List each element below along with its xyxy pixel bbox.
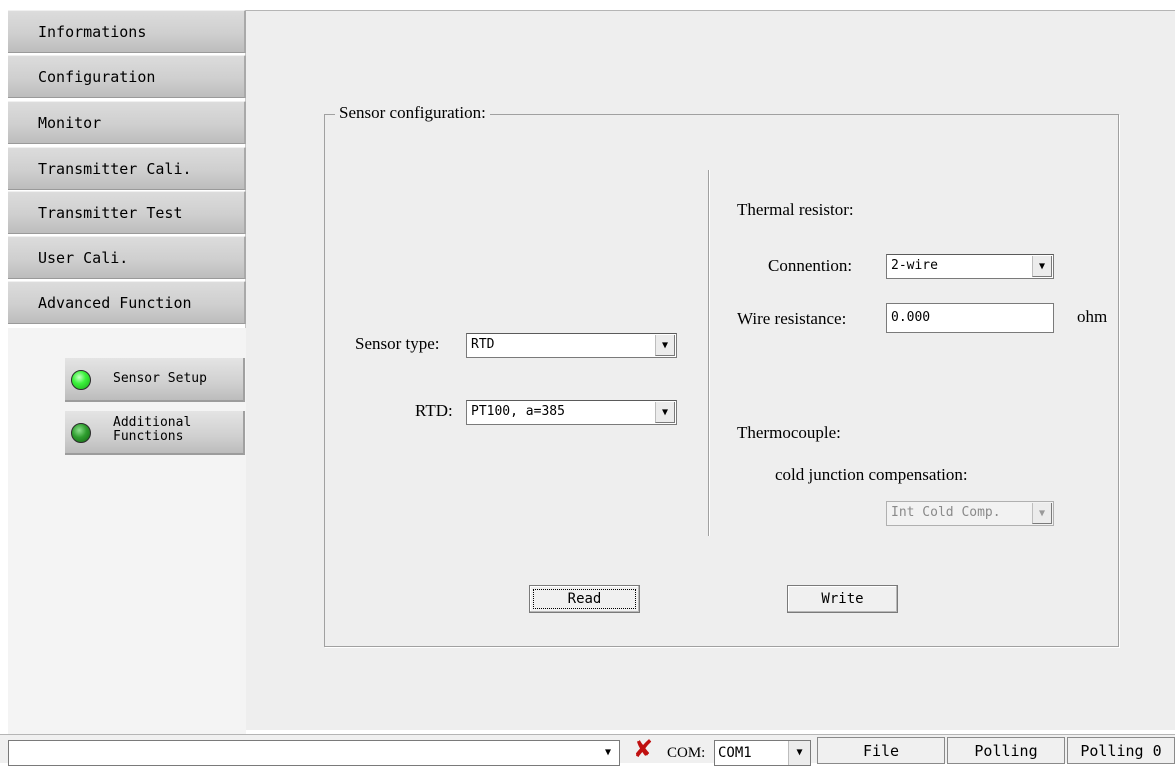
- wire-resistance-label: Wire resistance:: [737, 309, 847, 328]
- thermal-resistor-label: Thermal resistor:: [737, 200, 854, 219]
- com-port-value: COM1: [718, 745, 752, 761]
- nav-item-user-cali[interactable]: User Cali.: [8, 236, 246, 279]
- connection-label: Connention:: [768, 256, 853, 275]
- message-select[interactable]: ▼: [8, 740, 620, 766]
- rtd-select[interactable]: PT100, a=385 ▼: [466, 400, 677, 425]
- chevron-down-icon[interactable]: ▼: [788, 741, 810, 765]
- group-title: Sensor configuration:: [335, 103, 490, 123]
- sensor-configuration-group: Sensor configuration: Sensor type: RTD ▼…: [324, 103, 1119, 647]
- chevron-down-icon[interactable]: ▼: [1032, 503, 1052, 524]
- write-button-label: Write: [821, 591, 864, 607]
- chevron-down-icon[interactable]: ▼: [1032, 256, 1052, 277]
- status-led-on-icon: [71, 370, 91, 390]
- disconnected-x-icon: ✘: [632, 735, 654, 763]
- cjc-value: Int Cold Comp.: [891, 505, 1001, 520]
- cjc-select[interactable]: Int Cold Comp. ▼: [886, 501, 1054, 526]
- main-panel: Sensor configuration: Sensor type: RTD ▼…: [246, 10, 1175, 730]
- advanced-function-subpanel: Sensor Setup Additional Functions: [8, 328, 246, 734]
- additional-functions-button[interactable]: Additional Functions: [65, 411, 245, 455]
- thermocouple-label: Thermocouple:: [737, 423, 841, 442]
- polling-count: Polling 0: [1067, 737, 1175, 764]
- chevron-down-icon[interactable]: ▼: [598, 742, 618, 764]
- status-led-off-icon: [71, 423, 91, 443]
- nav-item-transmitter-cali[interactable]: Transmitter Cali.: [8, 147, 246, 190]
- rtd-label: RTD:: [415, 401, 453, 420]
- com-port-select[interactable]: COM1 ▼: [714, 740, 811, 766]
- sensor-type-select[interactable]: RTD ▼: [466, 333, 677, 358]
- nav-item-advanced-function[interactable]: Advanced Function: [8, 281, 246, 324]
- left-navigation: Informations Configuration Monitor Trans…: [8, 10, 246, 734]
- read-button[interactable]: Read: [529, 585, 640, 613]
- wire-resistance-unit: ohm: [1077, 307, 1108, 326]
- connection-select[interactable]: 2-wire ▼: [886, 254, 1054, 279]
- file-button[interactable]: File: [817, 737, 945, 764]
- com-label: COM:: [667, 745, 706, 761]
- nav-item-monitor[interactable]: Monitor: [8, 101, 246, 144]
- chevron-down-icon[interactable]: ▼: [655, 335, 675, 356]
- sensor-type-value: RTD: [471, 337, 495, 352]
- rtd-value: PT100, a=385: [471, 404, 565, 419]
- nav-item-transmitter-test[interactable]: Transmitter Test: [8, 191, 246, 234]
- focus-ring: [533, 589, 636, 609]
- sensor-setup-label: Sensor Setup: [113, 371, 207, 386]
- write-button[interactable]: Write: [787, 585, 898, 613]
- sensor-type-label: Sensor type:: [355, 334, 440, 353]
- additional-functions-label: Additional Functions: [113, 415, 192, 444]
- wire-resistance-input[interactable]: 0.000: [886, 303, 1054, 333]
- cjc-label: cold junction compensation:: [775, 465, 968, 484]
- chevron-down-icon[interactable]: ▼: [655, 402, 675, 423]
- polling-button[interactable]: Polling: [947, 737, 1065, 764]
- nav-item-informations[interactable]: Informations: [8, 10, 246, 53]
- connection-value: 2-wire: [891, 258, 938, 273]
- vertical-divider: [708, 170, 710, 536]
- sensor-setup-button[interactable]: Sensor Setup: [65, 358, 245, 402]
- status-bar: ▼ ✘ COM: COM1 ▼ File Polling Polling 0: [0, 734, 1175, 766]
- nav-item-configuration[interactable]: Configuration: [8, 55, 246, 98]
